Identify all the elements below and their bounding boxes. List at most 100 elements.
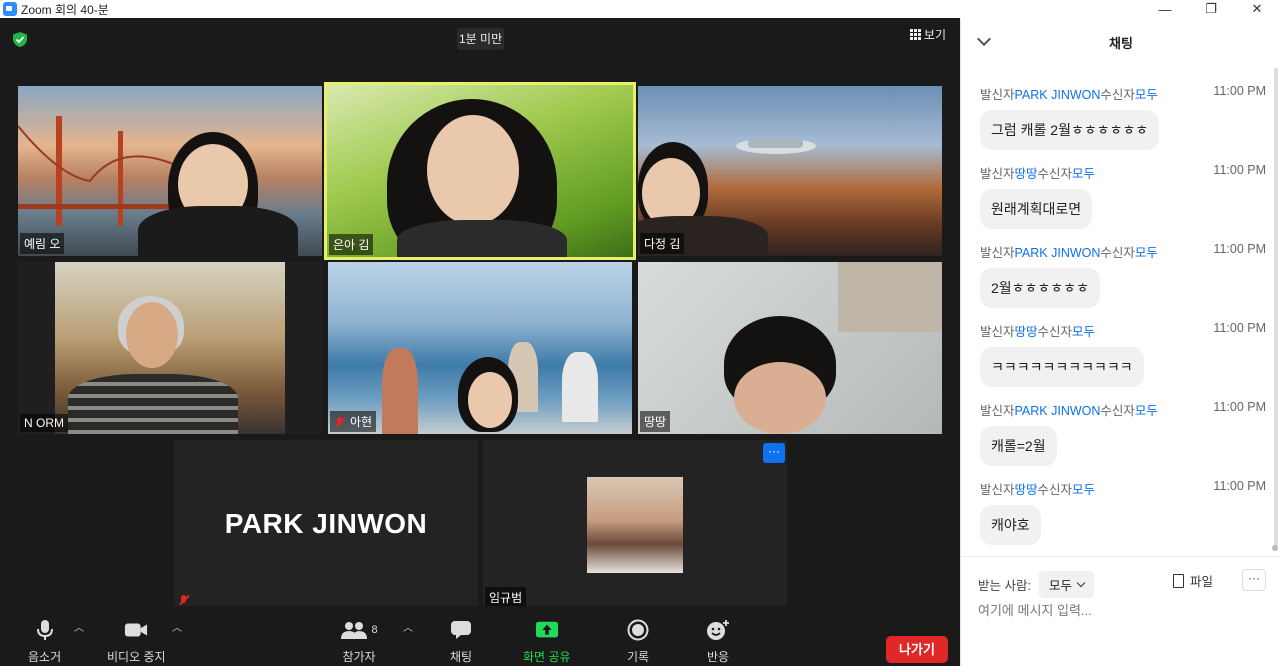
video-options-caret-icon[interactable]: ︿ <box>172 619 182 634</box>
video-tile[interactable]: 땅땅 <box>638 262 942 434</box>
sender-name: PARK JINWON <box>1014 404 1101 418</box>
message-bubble[interactable]: 2월ㅎㅎㅎㅎㅎㅎ <box>980 268 1100 308</box>
video-tile[interactable]: 다정 김 <box>638 86 942 256</box>
mute-button[interactable]: 음소거 <box>28 618 61 665</box>
message-time: 11:00 PM <box>1213 321 1266 335</box>
security-shield-icon[interactable] <box>12 31 28 48</box>
from-label: 발신자 <box>980 246 1015 260</box>
recipient-name: 모두 <box>1072 483 1096 497</box>
record-button[interactable]: 기록 <box>626 618 650 665</box>
record-icon <box>626 618 650 642</box>
to-label: 수신자 <box>1037 483 1073 497</box>
file-button[interactable]: 파일 <box>1173 571 1213 590</box>
chat-message-list[interactable]: 발신자PARK JINWON수신자모두 11:00 PM 그럼 캐롤 2월ㅎㅎㅎㅎㅎ… <box>961 66 1273 556</box>
window-title: Zoom 회의 40-분 <box>21 2 109 17</box>
message-bubble[interactable]: ㅋㅋㅋㅋㅋㅋㅋㅋㅋㅋㅋ <box>980 347 1144 387</box>
video-tile[interactable]: 아현 <box>328 262 632 434</box>
chat-panel: 채팅 발신자PARK JINWON수신자모두 11:00 PM 그럼 캐롤 2월ㅎㅎ… <box>960 18 1280 666</box>
video-tile-active-speaker[interactable]: 은아 김 <box>324 82 636 260</box>
mute-label: 음소거 <box>28 650 62 664</box>
message-time: 11:00 PM <box>1213 400 1266 414</box>
close-button[interactable]: ✕ <box>1234 0 1280 18</box>
to-label: 수신자 <box>1100 246 1135 260</box>
chat-message-meta: 발신자땅땅수신자모두 11:00 PM <box>980 479 1266 498</box>
message-bubble[interactable]: 원래계획대로면 <box>980 189 1093 229</box>
chat-message: 발신자PARK JINWON수신자모두 11:00 PM 캐롤=2월 <box>980 400 1266 466</box>
stop-video-button[interactable]: 비디오 중지 <box>107 618 166 665</box>
participant-name: 임규범 <box>485 587 527 608</box>
smiley-plus-icon <box>706 618 730 642</box>
participants-button[interactable]: 8 참가자 <box>337 618 381 665</box>
chat-composer: 받는 사람: 모두 파일 ··· <box>961 556 1280 666</box>
chat-message: 발신자PARK JINWON수신자모두 11:00 PM 그럼 캐롤 2월ㅎㅎㅎㅎㅎ… <box>980 84 1266 150</box>
chat-sender-line: 발신자땅땅수신자모두 <box>980 163 1095 182</box>
chat-scrollbar[interactable] <box>1274 68 1278 548</box>
chevron-down-icon <box>1076 578 1086 588</box>
participant-name: 다정 김 <box>640 233 685 254</box>
recipient-name: 모두 <box>1134 404 1158 418</box>
microphone-icon <box>33 618 57 642</box>
person-face <box>734 362 826 434</box>
figure <box>562 352 598 422</box>
from-label: 발신자 <box>980 167 1015 181</box>
chat-message-meta: 발신자땅땅수신자모두 11:00 PM <box>980 321 1266 340</box>
sender-name: 땅땅 <box>1014 325 1038 339</box>
chat-message-meta: 발신자땅땅수신자모두 11:00 PM <box>980 163 1266 182</box>
chat-button[interactable]: 채팅 <box>449 618 473 665</box>
video-tile[interactable]: 예림 오 <box>18 86 322 256</box>
scroll-down-arrow-icon[interactable] <box>1272 545 1278 551</box>
video-camera-icon <box>124 618 148 642</box>
chat-message: 발신자땅땅수신자모두 11:00 PM ㅋㅋㅋㅋㅋㅋㅋㅋㅋㅋㅋ <box>980 321 1266 387</box>
minimize-button[interactable]: — <box>1142 0 1188 18</box>
participants-icon: 8 <box>337 618 381 642</box>
recipient-name: 모두 <box>1134 88 1158 102</box>
person-face <box>126 302 178 368</box>
participant-name: 아현 <box>330 411 377 432</box>
more-options-button[interactable]: ··· <box>763 443 785 463</box>
person-body <box>397 220 567 257</box>
audio-options-caret-icon[interactable]: ︿ <box>74 619 84 634</box>
recipient-name: 모두 <box>1072 325 1096 339</box>
grid-view-icon <box>909 29 921 40</box>
video-tile-off[interactable]: ··· 임규범 <box>483 440 787 610</box>
leave-meeting-button[interactable]: 나가기 <box>886 636 948 663</box>
person-face <box>427 115 519 225</box>
video-tile[interactable]: N ORM <box>18 262 322 434</box>
share-screen-icon <box>535 618 559 642</box>
meeting-toolbar: 음소거 ︿ 비디오 중지 ︿ 8 참가자 ︿ 채팅 화면 공유 기록 반응 <box>0 606 960 666</box>
chat-message-meta: 발신자PARK JINWON수신자모두 11:00 PM <box>980 84 1266 103</box>
chat-header: 채팅 <box>961 18 1280 66</box>
to-label: 수신자 <box>1037 325 1073 339</box>
recipient-name: 모두 <box>1072 167 1096 181</box>
chat-more-button[interactable]: ··· <box>1242 569 1266 591</box>
share-screen-button[interactable]: 화면 공유 <box>523 618 571 665</box>
message-bubble[interactable]: 그럼 캐롤 2월ㅎㅎㅎㅎㅎㅎ <box>980 110 1160 150</box>
message-bubble[interactable]: 캐롤=2월 <box>980 426 1057 466</box>
chat-bubble-icon <box>449 618 473 642</box>
stop-video-label: 비디오 중지 <box>107 650 166 664</box>
recipient-row: 받는 사람: 모두 <box>978 571 1094 598</box>
from-label: 발신자 <box>980 483 1015 497</box>
view-button[interactable]: 보기 <box>909 26 946 43</box>
recipient-select[interactable]: 모두 <box>1038 571 1094 598</box>
meeting-area: 1분 미만 보기 예림 오 은아 김 다정 김 N ORM 아현 땅땅 PARK… <box>0 18 960 666</box>
chat-message: 발신자PARK JINWON수신자모두 11:00 PM 2월ㅎㅎㅎㅎㅎㅎ <box>980 242 1266 308</box>
chevron-down-icon[interactable] <box>976 31 992 47</box>
chat-message-input[interactable] <box>978 599 1258 621</box>
figure <box>382 348 418 434</box>
chat-sender-line: 발신자PARK JINWON수신자모두 <box>980 400 1158 419</box>
recipient-name: 모두 <box>1134 246 1158 260</box>
participant-name: N ORM <box>20 414 68 432</box>
message-bubble[interactable]: 캐야호 <box>980 505 1041 545</box>
restore-button[interactable]: ❐ <box>1188 0 1234 18</box>
participant-name: 은아 김 <box>329 234 374 255</box>
message-time: 11:00 PM <box>1213 163 1266 177</box>
profile-picture <box>587 477 683 573</box>
person-face <box>468 372 512 428</box>
message-time: 11:00 PM <box>1213 242 1266 256</box>
participants-options-caret-icon[interactable]: ︿ <box>403 619 413 634</box>
to-label: 수신자 <box>1037 167 1073 181</box>
reactions-button[interactable]: 반응 <box>706 618 730 665</box>
to-label: 수신자 <box>1100 88 1135 102</box>
video-tile-off[interactable]: PARK JINWON <box>174 440 478 610</box>
